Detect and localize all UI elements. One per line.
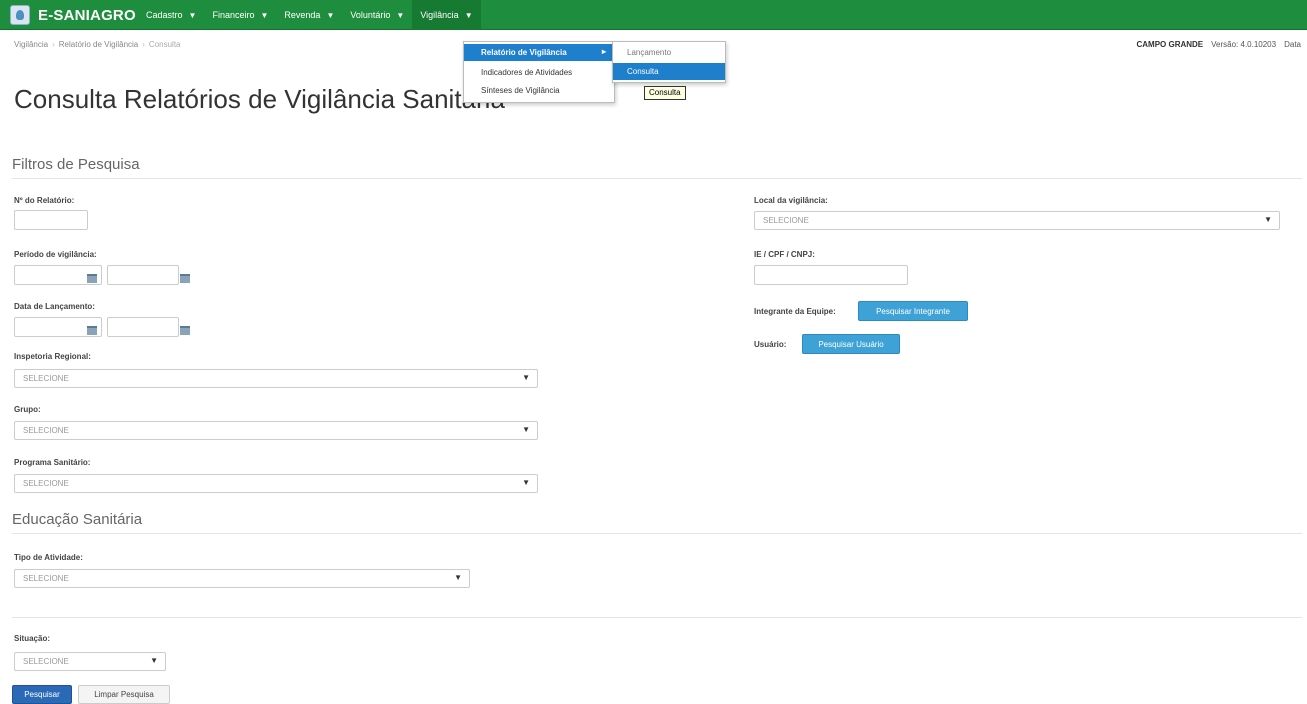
main-menu: Cadastro ▼ Financeiro ▼ Revenda ▼ Voluntári… [138, 0, 481, 30]
menu-revenda[interactable]: Revenda ▼ [276, 0, 342, 30]
integrante-label: Integrante da Equipe: [754, 307, 836, 316]
inspetoria-select-value: SELECIONE [23, 374, 69, 383]
brand[interactable]: E-SANIAGRO [10, 5, 136, 25]
top-navbar: E-SANIAGRO Cadastro ▼ Financeiro ▼ Revenda… [0, 0, 1307, 30]
dropdown-arrow-icon: ▼ [1264, 215, 1272, 224]
menu-financeiro-label: Financeiro [212, 10, 255, 20]
local-select[interactable]: SELECIONE ▼ [754, 211, 1280, 230]
calendar-icon[interactable] [87, 274, 97, 283]
dropdown-arrow-icon: ▼ [522, 478, 530, 487]
report-number-label: Nº do Relatório: [14, 196, 75, 205]
breadcrumb-separator: › [52, 40, 55, 49]
calendar-icon[interactable] [180, 274, 190, 283]
local-label: Local da vigilância: [754, 196, 828, 205]
clear-search-button[interactable]: Limpar Pesquisa [78, 685, 170, 704]
inspetoria-select[interactable]: SELECIONE ▼ [14, 369, 538, 388]
menu-item-indicadores-label: Indicadores de Atividades [481, 68, 573, 77]
period-end-input[interactable] [107, 265, 179, 285]
grupo-select-value: SELECIONE [23, 426, 69, 435]
vigilancia-dropdown-menu: Relatório de Vigilância ▸ Indicadores de… [463, 41, 615, 103]
menu-item-sinteses-label: Sínteses de Vigilância [481, 86, 560, 95]
breadcrumb-relatorio[interactable]: Relatório de Vigilância [59, 40, 138, 49]
grupo-select[interactable]: SELECIONE ▼ [14, 421, 538, 440]
chevron-down-icon: ▼ [326, 10, 335, 20]
launch-end-input[interactable] [107, 317, 179, 337]
menu-item-relatorio-vigilancia[interactable]: Relatório de Vigilância ▸ [464, 44, 614, 61]
report-number-input[interactable] [14, 210, 88, 230]
chevron-down-icon: ▼ [396, 10, 405, 20]
submenu-item-lancamento[interactable]: Lançamento [613, 44, 725, 61]
menu-vigilancia[interactable]: Vigilância ▼ [412, 0, 481, 30]
chevron-down-icon: ▼ [188, 10, 197, 20]
period-label: Período de vigilância: [14, 250, 97, 259]
menu-cadastro[interactable]: Cadastro ▼ [138, 0, 204, 30]
page-title: Consulta Relatórios de Vigilância Sanitá… [14, 84, 505, 114]
local-select-value: SELECIONE [763, 216, 809, 225]
section-divider [12, 617, 1302, 618]
date-label: Data [1284, 40, 1301, 49]
menu-financeiro[interactable]: Financeiro ▼ [204, 0, 276, 30]
activity-type-label: Tipo de Atividade: [14, 553, 83, 562]
usuario-label: Usuário: [754, 340, 787, 349]
programa-select[interactable]: SELECIONE ▼ [14, 474, 538, 493]
calendar-icon[interactable] [87, 326, 97, 335]
situacao-select[interactable]: SELECIONE ▼ [14, 652, 166, 671]
section-divider [12, 533, 1302, 534]
situacao-select-value: SELECIONE [23, 657, 69, 666]
document-input[interactable] [754, 265, 908, 285]
brand-name: E-SANIAGRO [38, 6, 136, 24]
breadcrumb-consulta: Consulta [148, 40, 181, 49]
chevron-right-icon: ▸ [601, 47, 606, 56]
chevron-down-icon: ▼ [260, 10, 269, 20]
submenu-item-consulta[interactable]: Consulta [613, 63, 725, 80]
activity-type-select[interactable]: SELECIONE ▼ [14, 569, 470, 588]
document-label: IE / CPF / CNPJ: [754, 250, 815, 259]
dropdown-arrow-icon: ▼ [150, 656, 158, 665]
search-member-button[interactable]: Pesquisar Integrante [858, 301, 968, 321]
menu-vigilancia-label: Vigilância [420, 10, 459, 20]
search-user-button[interactable]: Pesquisar Usuário [802, 334, 900, 354]
situacao-label: Situação: [14, 634, 51, 643]
chevron-down-icon: ▼ [464, 10, 473, 20]
menu-cadastro-label: Cadastro [146, 10, 183, 20]
inspetoria-label: Inspetoria Regional: [14, 352, 91, 361]
menu-voluntario[interactable]: Voluntário ▼ [342, 0, 412, 30]
status-info: CAMPO GRANDE Versão: 4.0.10203 Data [1136, 40, 1301, 49]
menu-voluntario-label: Voluntário [350, 10, 391, 20]
menu-item-indicadores[interactable]: Indicadores de Atividades [464, 64, 614, 81]
dropdown-arrow-icon: ▼ [522, 373, 530, 382]
calendar-icon[interactable] [180, 326, 190, 335]
menu-revenda-label: Revenda [284, 10, 321, 20]
dropdown-arrow-icon: ▼ [454, 573, 462, 582]
section-divider [12, 178, 1302, 179]
breadcrumb-separator: › [142, 40, 145, 49]
breadcrumb-vigilancia[interactable]: Vigilância [14, 40, 48, 49]
relatorio-submenu: Lançamento Consulta [612, 41, 726, 83]
tooltip: Consulta [644, 86, 686, 100]
breadcrumb: Vigilância › Relatório de Vigilância › C… [14, 40, 181, 49]
programa-label: Programa Sanitário: [14, 458, 91, 467]
programa-select-value: SELECIONE [23, 479, 69, 488]
grupo-label: Grupo: [14, 405, 41, 414]
search-button[interactable]: Pesquisar [12, 685, 72, 704]
dropdown-arrow-icon: ▼ [522, 425, 530, 434]
filters-section-title: Filtros de Pesquisa [12, 156, 140, 173]
activity-type-select-value: SELECIONE [23, 574, 69, 583]
brand-logo-icon [10, 5, 30, 25]
education-section-title: Educação Sanitária [12, 511, 143, 528]
version-text: Versão: 4.0.10203 [1211, 40, 1277, 49]
menu-item-relatorio-label: Relatório de Vigilância [481, 48, 567, 57]
menu-item-sinteses[interactable]: Sínteses de Vigilância [464, 82, 614, 99]
city-name: CAMPO GRANDE [1136, 40, 1204, 49]
launch-date-label: Data de Lançamento: [14, 302, 95, 311]
